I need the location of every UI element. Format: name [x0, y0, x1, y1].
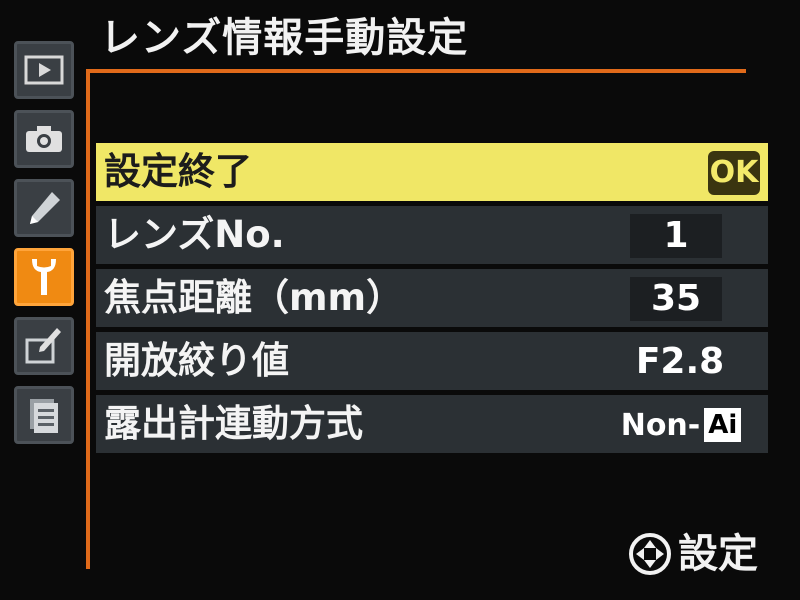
pencil-icon — [30, 192, 60, 224]
tab-shooting[interactable] — [14, 110, 74, 168]
max-aperture-value: F2.8 — [635, 341, 725, 382]
camera-icon — [26, 126, 62, 152]
multi-selector-icon — [629, 533, 671, 575]
menu-item-label: レンズNo. — [104, 213, 285, 256]
menu-item-label: 露出計連動方式 — [104, 402, 363, 445]
page-title: レンズ情報手動設定 — [100, 15, 469, 61]
camera-menu-screen: レンズ情報手動設定 設定終了 OK レンズNo. 1 焦点距離（mm） 35 開… — [0, 0, 800, 600]
tab-divider — [86, 69, 90, 569]
menu-item-label: 焦点距離（mm） — [104, 276, 404, 319]
ai-badge: Ai — [704, 408, 742, 442]
menu-item-finish-setting[interactable]: 設定終了 OK — [96, 143, 768, 201]
lens-number-value: 1 — [630, 214, 722, 258]
focal-length-value: 35 — [630, 277, 722, 321]
tab-custom[interactable] — [14, 179, 74, 237]
title-divider — [86, 69, 746, 73]
non-ai-prefix: Non- — [620, 407, 701, 443]
menu-item-label: 開放絞り値 — [104, 339, 289, 382]
footer-hint: 設定 — [628, 528, 758, 580]
retouch-brush-icon — [25, 328, 61, 364]
wrench-icon — [32, 259, 56, 295]
menu-item-focal-length[interactable]: 焦点距離（mm） 35 — [96, 269, 768, 327]
tab-retouch[interactable] — [14, 317, 74, 375]
menu-item-max-aperture[interactable]: 開放絞り値 F2.8 — [96, 332, 768, 390]
menu-item-label: 設定終了 — [104, 150, 252, 193]
menu-item-metering-coupling[interactable]: 露出計連動方式 Non- Ai — [96, 395, 768, 453]
tab-recent[interactable] — [14, 386, 74, 444]
play-icon — [24, 55, 64, 85]
menu-item-lens-number[interactable]: レンズNo. 1 — [96, 206, 768, 264]
footer-label: 設定 — [678, 531, 758, 577]
tab-setup[interactable] — [14, 248, 74, 306]
metering-coupling-value: Non- Ai — [621, 403, 742, 447]
ok-button-icon: OK — [708, 151, 760, 195]
tab-playback[interactable] — [14, 41, 74, 99]
document-list-icon — [30, 399, 58, 433]
